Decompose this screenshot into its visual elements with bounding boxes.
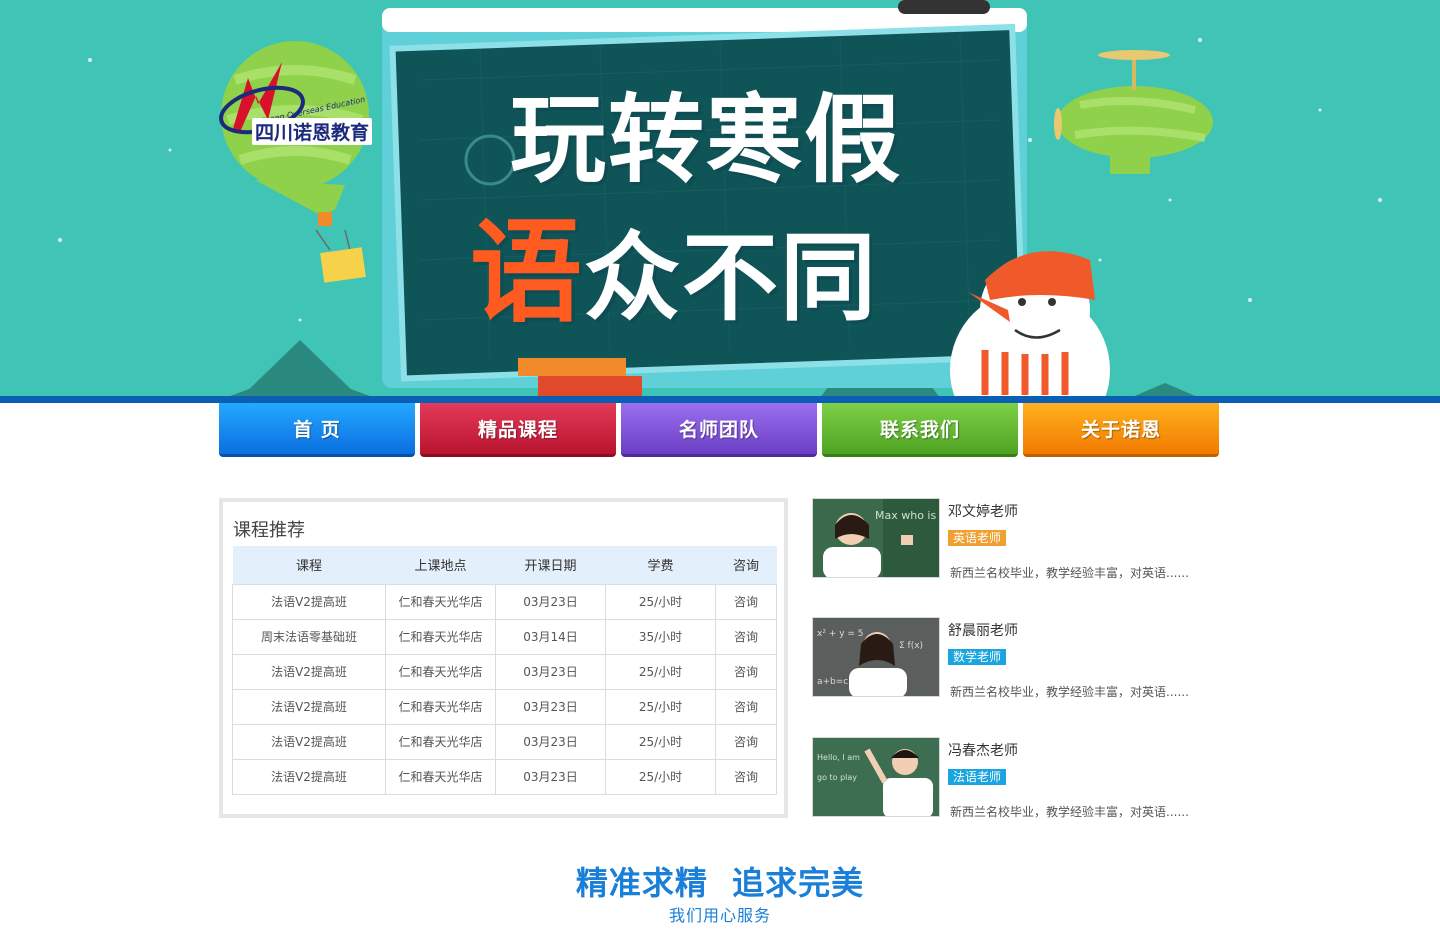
- banner-headline: 玩转寒假 语众不同: [440, 62, 980, 338]
- table-row: 法语V2提高班 仁和春天光华店 03月23日 25/小时 咨询: [232, 653, 777, 690]
- logo-chinese[interactable]: 四川诺恩教育: [252, 118, 373, 145]
- teacher-photo[interactable]: x² + y = 5 Σ f(x) a+b=c: [812, 617, 940, 697]
- course-location: 仁和春天光华店: [385, 688, 496, 725]
- teacher-card[interactable]: Max who is 邓文婷老师 英语老师 新西兰名校毕业，教学经验丰富，对英语…: [812, 498, 1212, 580]
- course-fee: 25/小时: [605, 723, 716, 760]
- course-fee: 25/小时: [605, 583, 716, 620]
- blimp-illustration: [1054, 50, 1213, 174]
- course-fee: 25/小时: [605, 653, 716, 690]
- teacher-description: 新西兰名校毕业，教学经验丰富，对英语......: [950, 685, 1189, 699]
- col-location: 上课地点: [385, 546, 496, 585]
- table-row: 法语V2提高班 仁和春天光华店 03月23日 25/小时 咨询: [232, 723, 777, 760]
- svg-text:Hello, I am: Hello, I am: [817, 753, 860, 762]
- col-consult: 咨询: [715, 546, 777, 585]
- teacher-card[interactable]: Hello, I am go to play 冯春杰老师 法语老师 新西兰名校毕…: [812, 737, 1212, 819]
- table-row: 法语V2提高班 仁和春天光华店 03月23日 25/小时 咨询: [232, 583, 777, 620]
- consult-link[interactable]: 咨询: [715, 688, 777, 725]
- teacher-subject-badge: 法语老师: [948, 769, 1007, 785]
- course-location: 仁和春天光华店: [385, 618, 496, 655]
- course-date: 03月23日: [495, 653, 606, 690]
- banner-divider: [0, 396, 1440, 403]
- col-course: 课程: [232, 546, 386, 585]
- course-fee: 25/小时: [605, 688, 716, 725]
- teacher-name[interactable]: 邓文婷老师: [948, 501, 1018, 521]
- course-date: 03月23日: [495, 758, 606, 795]
- slogan-heading: 精准求精 追求完美: [575, 864, 865, 902]
- nav-contact[interactable]: 联系我们: [822, 403, 1018, 457]
- nav-teachers[interactable]: 名师团队: [621, 403, 817, 457]
- slogan-subheading: 我们用心服务: [668, 906, 771, 925]
- col-start-date: 开课日期: [495, 546, 606, 585]
- nav-home[interactable]: 首 页: [219, 403, 415, 457]
- table-row: 法语V2提高班 仁和春天光华店 03月23日 25/小时 咨询: [232, 758, 777, 795]
- course-location: 仁和春天光华店: [385, 758, 496, 795]
- teacher-description: 新西兰名校毕业，教学经验丰富，对英语......: [950, 805, 1189, 819]
- course-date: 03月14日: [495, 618, 606, 655]
- nav-about[interactable]: 关于诺恩: [1023, 403, 1219, 457]
- course-name[interactable]: 周末法语零基础班: [232, 618, 386, 655]
- banner-title-line2: 语众不同: [470, 182, 878, 344]
- course-table: 课程 上课地点 开课日期 学费 咨询 法语V2提高班 仁和春天光华店 03月23…: [232, 546, 777, 795]
- course-name[interactable]: 法语V2提高班: [232, 688, 386, 725]
- course-name[interactable]: 法语V2提高班: [232, 583, 386, 620]
- balloon-illustration: [219, 41, 369, 283]
- consult-link[interactable]: 咨询: [715, 653, 777, 690]
- svg-text:Max who is: Max who is: [875, 509, 936, 522]
- teacher-name[interactable]: 舒晨丽老师: [948, 620, 1018, 640]
- course-name[interactable]: 法语V2提高班: [232, 758, 386, 795]
- course-location: 仁和春天光华店: [385, 723, 496, 760]
- svg-text:Σ f(x): Σ f(x): [899, 641, 923, 651]
- course-recommend-panel: 课程推荐 课程 上课地点 开课日期 学费 咨询 法语V2提高班 仁和春天光华店 …: [219, 498, 788, 818]
- teacher-subject-badge: 英语老师: [948, 530, 1007, 546]
- teacher-photo[interactable]: Hello, I am go to play: [812, 737, 940, 817]
- course-date: 03月23日: [495, 583, 606, 620]
- consult-link[interactable]: 咨询: [715, 618, 777, 655]
- consult-link[interactable]: 咨询: [715, 583, 777, 620]
- course-date: 03月23日: [495, 688, 606, 725]
- course-panel-title: 课程推荐: [233, 520, 305, 541]
- table-row: 周末法语零基础班 仁和春天光华店 03月14日 35/小时 咨询: [232, 618, 777, 655]
- consult-link[interactable]: 咨询: [715, 758, 777, 795]
- teacher-subject-badge: 数学老师: [948, 649, 1007, 665]
- svg-text:x² + y = 5: x² + y = 5: [817, 629, 864, 639]
- teacher-name[interactable]: 冯春杰老师: [948, 740, 1018, 760]
- banner-title-accent: 语: [470, 207, 584, 338]
- teacher-photo[interactable]: Max who is: [812, 498, 940, 578]
- course-location: 仁和春天光华店: [385, 583, 496, 620]
- course-name[interactable]: 法语V2提高班: [232, 723, 386, 760]
- course-name[interactable]: 法语V2提高班: [232, 653, 386, 690]
- table-row: 法语V2提高班 仁和春天光华店 03月23日 25/小时 咨询: [232, 688, 777, 725]
- svg-text:go to play: go to play: [817, 773, 857, 782]
- banner-title-rest: 众不同: [584, 221, 878, 334]
- consult-link[interactable]: 咨询: [715, 723, 777, 760]
- col-fee: 学费: [605, 546, 716, 585]
- hero-banner: 玩转寒假 语众不同 Nuoen Overseas Education 四川诺恩教…: [0, 0, 1440, 398]
- course-date: 03月23日: [495, 723, 606, 760]
- main-nav: 首 页 精品课程 名师团队 联系我们 关于诺恩: [219, 403, 1220, 457]
- teacher-card[interactable]: x² + y = 5 Σ f(x) a+b=c 舒晨丽老师 数学老师 新西兰名校…: [812, 617, 1212, 699]
- course-fee: 35/小时: [605, 618, 716, 655]
- nav-courses[interactable]: 精品课程: [420, 403, 616, 457]
- banner-title-line1: 玩转寒假: [510, 83, 902, 196]
- table-header-row: 课程 上课地点 开课日期 学费 咨询: [232, 546, 777, 585]
- course-location: 仁和春天光华店: [385, 653, 496, 690]
- teacher-description: 新西兰名校毕业，教学经验丰富，对英语......: [950, 566, 1189, 580]
- svg-text:a+b=c: a+b=c: [817, 677, 848, 687]
- course-fee: 25/小时: [605, 758, 716, 795]
